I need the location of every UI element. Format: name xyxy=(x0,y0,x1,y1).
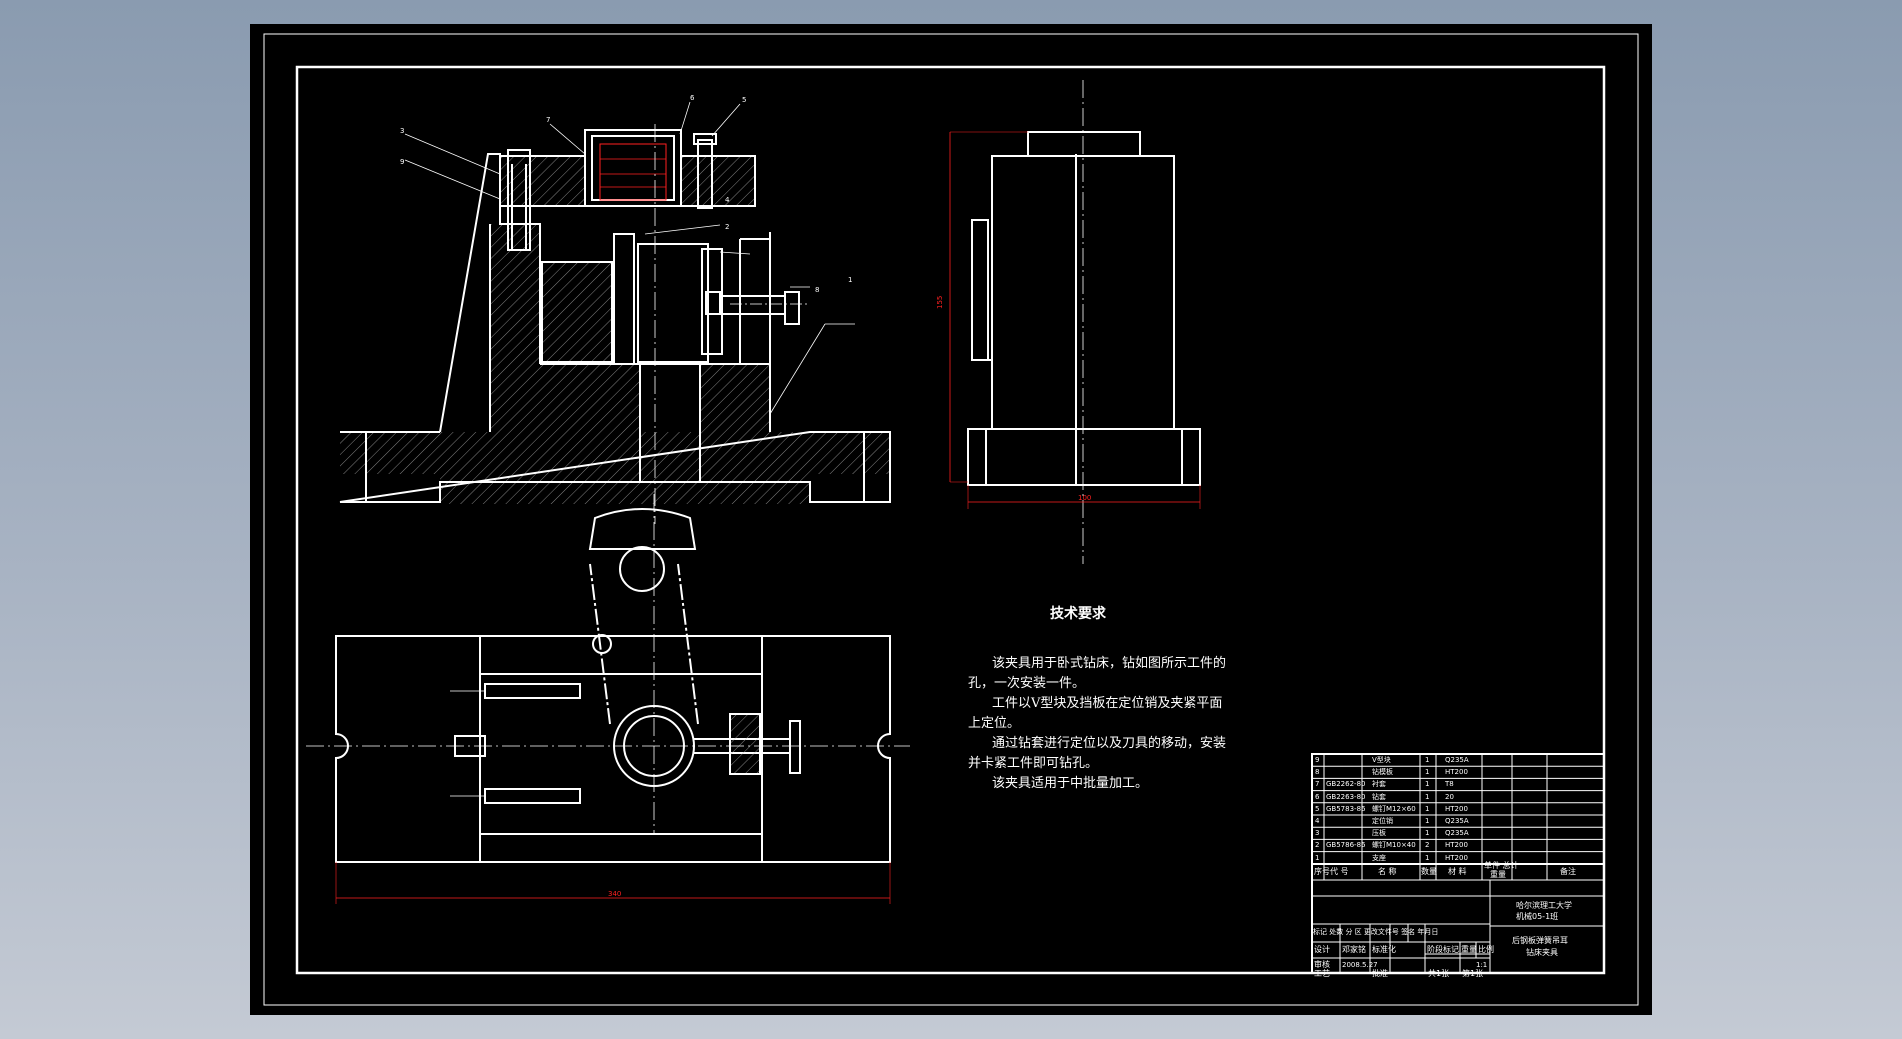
bom-qty: 1 xyxy=(1425,804,1430,813)
bom-material: HT200 xyxy=(1445,804,1468,813)
tb-scale: 比例 xyxy=(1478,945,1494,954)
front-section-view xyxy=(339,101,891,524)
bom-qty: 1 xyxy=(1425,768,1430,777)
side-view xyxy=(949,80,1201,564)
tech-req-line-7: 该夹具适用于中批量加工。 xyxy=(992,776,1149,791)
bom-qty: 1 xyxy=(1425,780,1430,789)
bom-code: GB5786-86 xyxy=(1326,841,1366,850)
tb-designer: 邓家铭 xyxy=(1342,945,1366,954)
bom-no: 9 xyxy=(1315,756,1320,764)
svg-text:7: 7 xyxy=(546,116,550,124)
bom-header-material: 材 料 xyxy=(1448,867,1467,876)
tech-req-line-2: 孔，一次安装一件。 xyxy=(968,676,1086,691)
bom-name: 螺钉M12×60 xyxy=(1372,804,1416,813)
dim-side-width: 100 xyxy=(1078,494,1091,502)
bom-no: 7 xyxy=(1315,780,1320,789)
bom-name: 钻套 xyxy=(1372,792,1386,801)
bom-name: 衬套 xyxy=(1372,780,1386,789)
inner-border xyxy=(295,65,1606,975)
svg-text:3: 3 xyxy=(400,127,404,135)
tb-class: 机械05-1班 xyxy=(1516,912,1559,921)
tb-approve: 批准 xyxy=(1372,969,1388,978)
bom-header-remark: 备注 xyxy=(1560,867,1576,876)
svg-text:4: 4 xyxy=(725,196,730,204)
tb-stage: 阶段标记 xyxy=(1427,945,1459,954)
tech-req-line-1: 该夹具用于卧式钻床，钻如图所示工件的 xyxy=(992,656,1227,671)
svg-text:9: 9 xyxy=(400,158,404,166)
tech-req-line-4: 上定位。 xyxy=(968,716,1021,731)
bom-no: 2 xyxy=(1315,841,1320,850)
bom-no: 4 xyxy=(1315,817,1320,825)
bom-material: Q235A xyxy=(1445,817,1469,825)
dim-side-height: 155 xyxy=(936,296,944,309)
tb-standardize: 标准化 xyxy=(1372,945,1396,954)
bom-header-no: 序号 xyxy=(1314,867,1330,876)
outer-border xyxy=(263,33,1639,1006)
bom-name: 螺钉M10×40 xyxy=(1372,841,1416,850)
bom-no: 6 xyxy=(1315,792,1320,801)
tb-mark-row: 标记 处数 分 区 更改文件号 签名 年月日 xyxy=(1313,928,1439,936)
tb-sheet: 第1张 xyxy=(1462,969,1484,978)
bom-material: T8 xyxy=(1445,780,1454,789)
technical-requirements: 技术要求 该夹具用于卧式钻床，钻如图所示工件的 孔，一次安装一件。 工件以V型块… xyxy=(968,604,1228,794)
bom-qty: 1 xyxy=(1425,853,1430,862)
bom-code: GB2262-80 xyxy=(1326,780,1366,789)
bom-code: GB2263-80 xyxy=(1326,792,1366,801)
tech-req-line-5: 通过钻套进行定位以及刀具的移动，安装 xyxy=(992,736,1227,751)
dim-bottom-width: 340 xyxy=(608,890,621,898)
tech-req-line-6: 并卡紧工件即可钻孔。 xyxy=(968,756,1099,771)
top-view xyxy=(306,494,910,904)
tb-designer-label: 设计 xyxy=(1314,945,1330,954)
bom-material: Q235A xyxy=(1445,829,1469,838)
bom-header-code: 代 号 xyxy=(1330,867,1349,876)
bom-no: 1 xyxy=(1315,853,1320,862)
tech-req-title: 技术要求 xyxy=(1050,606,1106,622)
bom-no: 8 xyxy=(1315,768,1320,777)
bom-header-qty: 数量 xyxy=(1421,867,1437,876)
svg-text:6: 6 xyxy=(690,94,695,102)
tb-weight: 重量 xyxy=(1461,945,1477,954)
tb-process: 工艺 xyxy=(1314,969,1330,978)
tb-school: 哈尔滨理工大学 xyxy=(1516,901,1572,910)
cad-viewport[interactable]: 3 9 7 6 5 4 2 8 1 155 100 340 技术要求 该夹具用于… xyxy=(250,24,1652,1015)
bom-no: 3 xyxy=(1315,829,1320,838)
tb-sheets: 共1张 xyxy=(1428,969,1450,978)
svg-text:5: 5 xyxy=(742,96,746,104)
bom-name: V型块 xyxy=(1372,756,1391,764)
bom-name: 钻模板 xyxy=(1372,768,1393,777)
tb-part-name-1: 后钢板弹簧吊耳 xyxy=(1512,936,1568,945)
bom-name: 支座 xyxy=(1372,853,1386,862)
drawing-sheet: 3 9 7 6 5 4 2 8 1 155 100 340 xyxy=(263,33,1639,1006)
tb-part-name-2: 钻床夹具 xyxy=(1526,948,1558,957)
svg-text:1: 1 xyxy=(848,276,852,284)
bom-qty: 1 xyxy=(1425,756,1430,764)
bom-material: HT200 xyxy=(1445,768,1468,777)
svg-text:8: 8 xyxy=(815,286,819,294)
bom-qty: 2 xyxy=(1425,841,1430,850)
bom-header-weight2: 重量 xyxy=(1490,870,1506,879)
bom-qty: 1 xyxy=(1425,792,1430,801)
bom-qty: 1 xyxy=(1425,829,1430,838)
tech-req-line-3: 工件以V型块及挡板在定位销及夹紧平面 xyxy=(992,696,1223,711)
bom-name: 定位销 xyxy=(1372,817,1393,825)
bom-material: HT200 xyxy=(1445,841,1468,850)
bom-header-name: 名 称 xyxy=(1378,867,1397,876)
bom-name: 压板 xyxy=(1372,829,1386,838)
bom-no: 5 xyxy=(1315,804,1320,813)
svg-text:2: 2 xyxy=(725,223,729,231)
bom-material: HT200 xyxy=(1445,853,1468,862)
bom-material: Q235A xyxy=(1445,756,1469,764)
bom-qty: 1 xyxy=(1425,817,1430,825)
bom-material: 20 xyxy=(1445,792,1454,801)
bom-code: GB5783-86 xyxy=(1326,804,1366,813)
